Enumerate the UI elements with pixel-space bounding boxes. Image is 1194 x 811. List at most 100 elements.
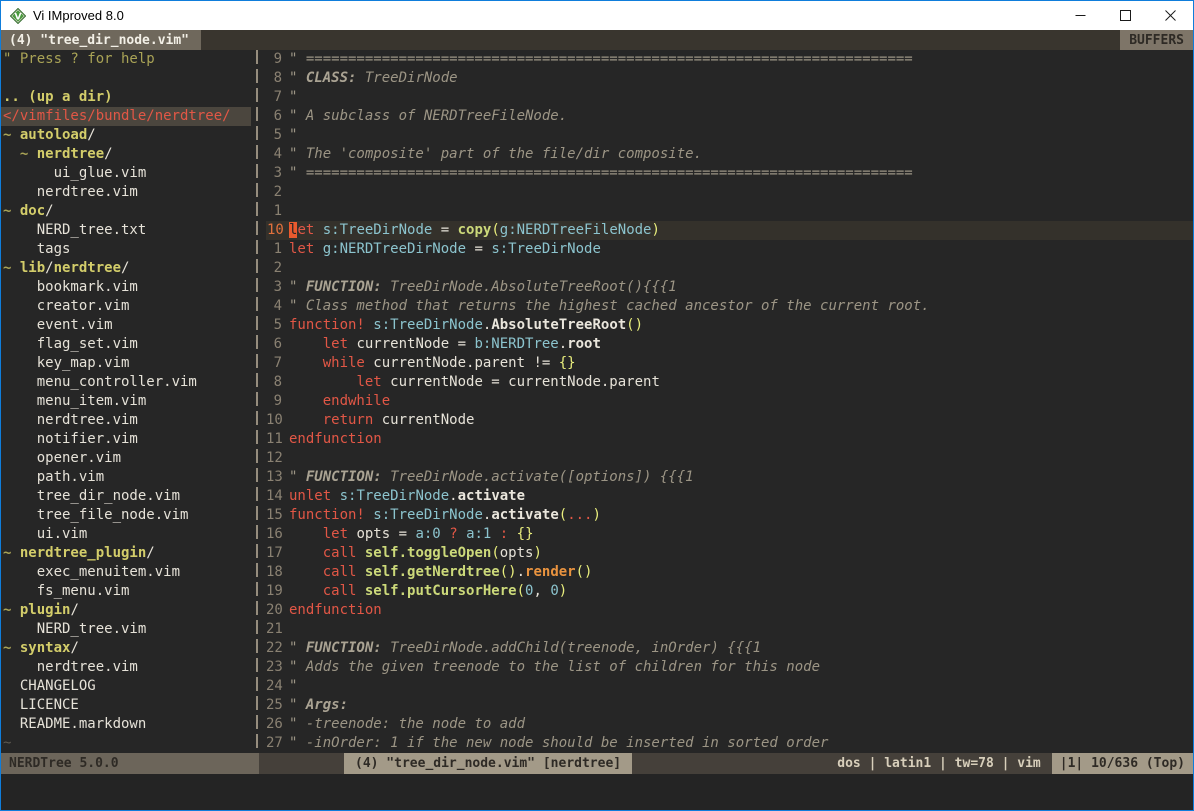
tree-item[interactable]: key_map.vim [1, 354, 251, 373]
code-line[interactable]: 16 let opts = a:0 ? a:1 : {} [266, 525, 1193, 544]
statusline-filename: (4) "tree_dir_node.vim" [nerdtree] [344, 753, 632, 774]
tree-item[interactable]: nerdtree.vim [1, 658, 251, 677]
tree-item[interactable]: ~ plugin/ [1, 601, 251, 620]
tree-item[interactable]: bookmark.vim [1, 278, 251, 297]
tree-item[interactable]: NERD_tree.vim [1, 620, 251, 639]
tree-item[interactable]: tree_file_node.vim [1, 506, 251, 525]
tree-item[interactable]: CHANGELOG [1, 677, 251, 696]
tree-item[interactable] [1, 69, 251, 88]
tree-item[interactable]: README.markdown [1, 715, 251, 734]
line-number: 8 [266, 373, 289, 392]
line-number: 1 [266, 240, 289, 259]
code-line[interactable]: 15function! s:TreeDirNode.activate(...) [266, 506, 1193, 525]
tree-item[interactable]: .. (up a dir) [1, 88, 251, 107]
code-line[interactable]: 27" -inOrder: 1 if the new node should b… [266, 734, 1193, 753]
code-line[interactable]: 19 call self.putCursorHere(0, 0) [266, 582, 1193, 601]
tree-item[interactable]: ~ syntax/ [1, 639, 251, 658]
tab-tree-dir-node[interactable]: (4) "tree_dir_node.vim" [1, 30, 201, 50]
code-line[interactable]: 10let s:TreeDirNode = copy(g:NERDTreeFil… [266, 221, 1193, 240]
main-content: " Press ? for help .. (up a dir)</vimfile… [1, 50, 1193, 753]
code-line[interactable]: 12 [266, 449, 1193, 468]
tree-item[interactable]: menu_item.vim [1, 392, 251, 411]
command-line[interactable] [1, 774, 1193, 810]
code-line[interactable]: 5" [266, 126, 1193, 145]
code-line[interactable]: 2 [266, 183, 1193, 202]
line-number: 22 [266, 639, 289, 658]
code-line[interactable]: 4" Class method that returns the highest… [266, 297, 1193, 316]
code-text: let currentNode = b:NERDTree.root [289, 335, 601, 354]
line-number: 13 [266, 468, 289, 487]
code-text: " CLASS: TreeDirNode [289, 69, 458, 88]
tree-item[interactable]: tree_dir_node.vim [1, 487, 251, 506]
editor-panel[interactable]: 9" =====================================… [264, 50, 1193, 753]
code-line[interactable]: 7" [266, 88, 1193, 107]
code-line[interactable]: 8 let currentNode = currentNode.parent [266, 373, 1193, 392]
tree-item[interactable]: menu_controller.vim [1, 373, 251, 392]
code-line[interactable]: 5function! s:TreeDirNode.AbsoluteTreeRoo… [266, 316, 1193, 335]
tree-item[interactable]: " Press ? for help [1, 50, 251, 69]
tree-item[interactable]: </vimfiles/bundle/nerdtree/ [1, 107, 251, 126]
minimize-button[interactable] [1058, 1, 1103, 30]
code-line[interactable]: 26" -treenode: the node to add [266, 715, 1193, 734]
tree-item[interactable]: nerdtree.vim [1, 411, 251, 430]
code-line[interactable]: 1let g:NERDTreeDirNode = s:TreeDirNode [266, 240, 1193, 259]
tree-item[interactable]: path.vim [1, 468, 251, 487]
code-line[interactable]: 2 [266, 259, 1193, 278]
code-line[interactable]: 21 [266, 620, 1193, 639]
code-line[interactable]: 17 call self.toggleOpen(opts) [266, 544, 1193, 563]
code-line[interactable]: 8" CLASS: TreeDirNode [266, 69, 1193, 88]
code-line[interactable]: 18 call self.getNerdtree().render() [266, 563, 1193, 582]
code-line[interactable]: 3" FUNCTION: TreeDirNode.AbsoluteTreeRoo… [266, 278, 1193, 297]
tree-item[interactable]: ~ [1, 734, 251, 753]
svg-text:V: V [15, 12, 22, 22]
code-line[interactable]: 1 [266, 202, 1193, 221]
code-text: " Adds the given treenode to the list of… [289, 658, 820, 677]
tree-item[interactable]: tags [1, 240, 251, 259]
tree-item[interactable]: notifier.vim [1, 430, 251, 449]
code-line[interactable]: 20endfunction [266, 601, 1193, 620]
code-line[interactable]: 23" Adds the given treenode to the list … [266, 658, 1193, 677]
tab-line: (4) "tree_dir_node.vim" BUFFERS [1, 30, 1193, 50]
tree-item[interactable]: ui_glue.vim [1, 164, 251, 183]
code-line[interactable]: 13" FUNCTION: TreeDirNode.activate([opti… [266, 468, 1193, 487]
code-line[interactable]: 4" The 'composite' part of the file/dir … [266, 145, 1193, 164]
code-line[interactable]: 25" Args: [266, 696, 1193, 715]
tree-item[interactable]: LICENCE [1, 696, 251, 715]
window-separator[interactable] [251, 50, 264, 753]
tree-item[interactable]: ~ autoload/ [1, 126, 251, 145]
code-text: " Args: [289, 696, 348, 715]
tree-item[interactable]: creator.vim [1, 297, 251, 316]
tree-item[interactable]: flag_set.vim [1, 335, 251, 354]
code-line[interactable]: 14unlet s:TreeDirNode.activate [266, 487, 1193, 506]
code-text: return currentNode [289, 411, 474, 430]
tree-item[interactable]: ~ lib/nerdtree/ [1, 259, 251, 278]
code-line[interactable]: 11endfunction [266, 430, 1193, 449]
line-number: 20 [266, 601, 289, 620]
tree-item[interactable]: ui.vim [1, 525, 251, 544]
maximize-button[interactable] [1103, 1, 1148, 30]
line-number: 5 [266, 316, 289, 335]
tree-item[interactable]: opener.vim [1, 449, 251, 468]
code-line[interactable]: 6" A subclass of NERDTreeFileNode. [266, 107, 1193, 126]
code-line[interactable]: 9" =====================================… [266, 50, 1193, 69]
code-line[interactable]: 10 return currentNode [266, 411, 1193, 430]
close-button[interactable] [1148, 1, 1193, 30]
code-line[interactable]: 22" FUNCTION: TreeDirNode.addChild(treen… [266, 639, 1193, 658]
tree-item[interactable]: nerdtree.vim [1, 183, 251, 202]
code-line[interactable]: 9 endwhile [266, 392, 1193, 411]
code-line[interactable]: 24" [266, 677, 1193, 696]
code-line[interactable]: 7 while currentNode.parent != {} [266, 354, 1193, 373]
tree-item[interactable]: fs_menu.vim [1, 582, 251, 601]
statusline-gap [259, 753, 344, 774]
tree-item[interactable]: NERD_tree.txt [1, 221, 251, 240]
tree-item[interactable]: ~ nerdtree/ [1, 145, 251, 164]
tree-item[interactable]: ~ nerdtree_plugin/ [1, 544, 251, 563]
tree-item[interactable]: ~ doc/ [1, 202, 251, 221]
code-line[interactable]: 6 let currentNode = b:NERDTree.root [266, 335, 1193, 354]
line-number: 9 [266, 392, 289, 411]
nerdtree-panel[interactable]: " Press ? for help .. (up a dir)</vimfile… [1, 50, 251, 753]
tree-item[interactable]: event.vim [1, 316, 251, 335]
tree-item[interactable]: exec_menuitem.vim [1, 563, 251, 582]
code-line[interactable]: 3" =====================================… [266, 164, 1193, 183]
code-text: " A subclass of NERDTreeFileNode. [289, 107, 567, 126]
